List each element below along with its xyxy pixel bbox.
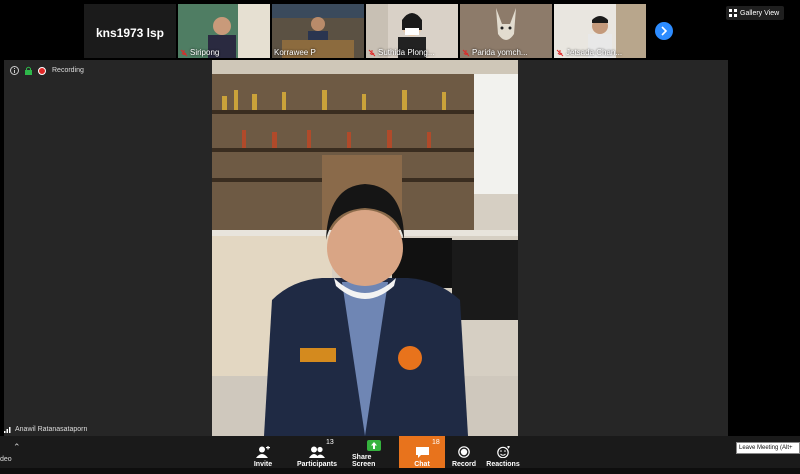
taskbar-edge [0,468,800,474]
participant-name: Jetsada Chan... [556,48,622,57]
thumbnail-siripong[interactable]: Siripong [178,4,270,58]
thumbnail-suthida[interactable]: Suthida Plong... [366,4,458,58]
recording-label: Recording [52,67,84,74]
participants-count: 13 [326,439,334,446]
thumbnail-text-label: kns1973 lsp [95,26,165,40]
reactions-label: Reactions [486,461,520,468]
speaker-video-frame [212,60,518,436]
share-screen-button[interactable]: Share Screen [352,436,396,468]
chevron-right-icon [661,26,668,36]
lock-icon[interactable] [25,66,32,75]
record-button[interactable]: Record [450,436,478,468]
thumbnail-parida[interactable]: Parida yomch... [460,4,552,58]
share-screen-label: Share Screen [352,454,376,468]
smiley-icon [496,446,510,458]
add-user-icon [256,446,270,458]
gallery-view-button[interactable]: Gallery View [726,6,784,20]
reactions-button[interactable]: Reactions [486,436,520,468]
record-label: Record [451,461,477,468]
participant-name: Suthida Plong... [368,48,434,57]
speaker-name-tag: Anawil Ratanasataporn [4,426,87,433]
mic-muted-icon [180,49,188,56]
grid-icon [729,9,737,17]
participants-button[interactable]: 13 Participants [296,436,338,468]
mic-muted-icon [556,49,564,56]
thumbnail-korrawee[interactable]: Korrawee P [272,4,364,58]
mic-muted-icon [368,49,376,56]
gallery-view-label: Gallery View [740,9,780,17]
recording-dot-icon [38,66,46,75]
participants-icon [309,446,325,458]
speaker-name: Anawil Ratanasataporn [15,426,88,433]
chat-label: Chat [414,461,430,468]
invite-button[interactable]: Invite [248,436,278,468]
signal-bars-icon [4,427,11,433]
invite-label: Invite [253,461,273,468]
share-screen-icon [367,440,381,451]
participant-name: Parida yomch... [462,48,528,57]
next-page-button[interactable] [655,22,673,40]
active-speaker-video [212,60,518,436]
mic-muted-icon [462,49,470,56]
chevron-up-icon[interactable]: ⌃ [13,442,21,453]
thumbnail-kns1973[interactable]: kns1973 lsp [84,4,176,58]
info-icon[interactable] [10,66,19,75]
chat-button[interactable]: 18 Chat [399,436,445,468]
video-button-label[interactable]: deo [0,456,12,463]
chat-icon [415,447,429,458]
participant-name: Siripong [180,48,219,57]
participants-label: Participants [296,461,338,468]
leave-meeting-tooltip: Leave Meeting (Alt+ [736,442,800,454]
participant-name: Korrawee P [274,48,316,57]
record-icon [458,446,470,458]
recording-indicator: Recording [10,66,84,75]
chat-count: 18 [432,439,440,446]
thumbnail-jetsada[interactable]: Jetsada Chan... [554,4,646,58]
